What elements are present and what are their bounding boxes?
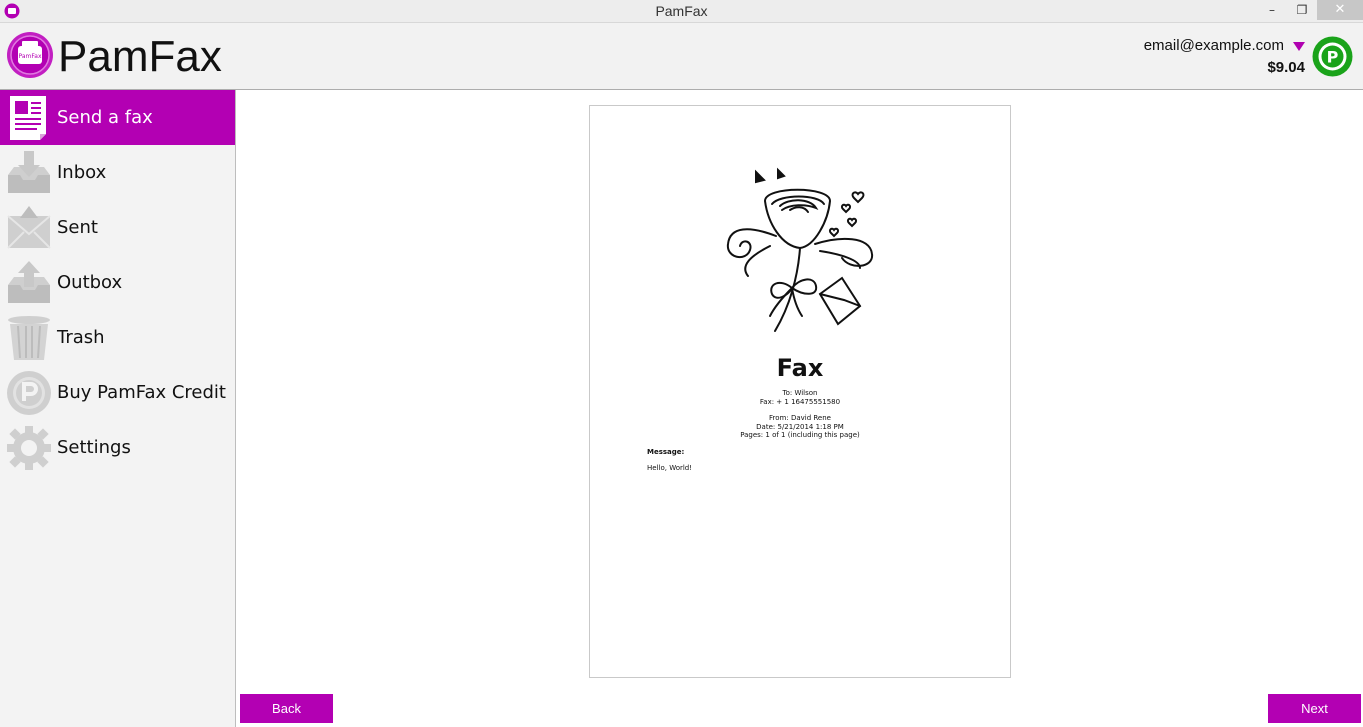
- fax-recipient: To: Wilson: [782, 389, 818, 397]
- fax-heading: Fax: [776, 354, 824, 382]
- sidebar-item-label: Outbox: [57, 272, 123, 293]
- fax-page-count: Pages: 1 of 1 (including this page): [740, 431, 860, 439]
- minimize-button[interactable]: –: [1258, 0, 1286, 20]
- sidebar-nav: Send a fax Inbox Sent Outbox Trash Buy P…: [0, 90, 236, 727]
- brand-name: PamFax: [58, 32, 222, 81]
- document-icon: [10, 96, 46, 140]
- account-balance: $9.04: [1267, 59, 1305, 76]
- fax-message-body: Hello, World!: [647, 464, 693, 472]
- sent-tray-icon: [7, 206, 51, 249]
- sidebar-item-label: Settings: [57, 437, 131, 458]
- sidebar-item-outbox[interactable]: Outbox: [0, 255, 235, 310]
- sidebar-item-label: Trash: [57, 327, 105, 348]
- flower-illustration-icon: [726, 167, 874, 332]
- svg-text:PamFax: PamFax: [19, 53, 42, 60]
- sidebar-item-sent[interactable]: Sent: [0, 200, 235, 255]
- fax-cover-preview: Fax To: Wilson Fax: + 1 16475551580 From…: [589, 105, 1011, 678]
- sidebar-item-label: Sent: [57, 217, 98, 238]
- close-button[interactable]: ✕: [1317, 0, 1363, 20]
- credit-badge-icon[interactable]: P: [1312, 36, 1353, 77]
- credit-coin-icon: [7, 371, 51, 415]
- sidebar-item-label: Buy PamFax Credit: [57, 382, 226, 403]
- fax-sender: From: David Rene: [769, 414, 831, 422]
- sidebar-item-label: Send a fax: [57, 107, 153, 128]
- sidebar-item-trash[interactable]: Trash: [0, 310, 235, 365]
- inbox-tray-icon: [8, 151, 50, 193]
- pamfax-logo-icon: PamFax: [7, 32, 53, 78]
- back-button[interactable]: Back: [240, 694, 333, 723]
- window-title: PamFax: [655, 3, 708, 19]
- fax-number: Fax: + 1 16475551580: [759, 398, 841, 406]
- account-dropdown-icon[interactable]: [1293, 42, 1305, 51]
- next-button[interactable]: Next: [1268, 694, 1361, 723]
- gear-icon: [7, 426, 51, 470]
- sidebar-item-buy-pamfax-credit[interactable]: Buy PamFax Credit: [0, 365, 235, 420]
- outbox-tray-icon: [8, 261, 50, 303]
- sidebar-item-label: Inbox: [57, 162, 107, 183]
- account-email[interactable]: email@example.com: [1144, 37, 1284, 54]
- fax-date: Date: 5/21/2014 1:18 PM: [756, 423, 844, 431]
- trash-can-icon: [8, 316, 50, 360]
- sidebar-item-send-a-fax[interactable]: Send a fax: [0, 90, 235, 145]
- main-content: Fax To: Wilson Fax: + 1 16475551580 From…: [236, 90, 1363, 727]
- restore-button[interactable]: ❐: [1288, 0, 1316, 20]
- fax-message-label: Message:: [647, 448, 685, 456]
- window-titlebar: PamFax – ❐ ✕: [0, 0, 1363, 23]
- sidebar-item-inbox[interactable]: Inbox: [0, 145, 235, 200]
- app-header: PamFax PamFax email@example.com $9.04 P: [0, 23, 1363, 90]
- sidebar-item-settings[interactable]: Settings: [0, 420, 235, 475]
- svg-text:P: P: [1327, 48, 1339, 67]
